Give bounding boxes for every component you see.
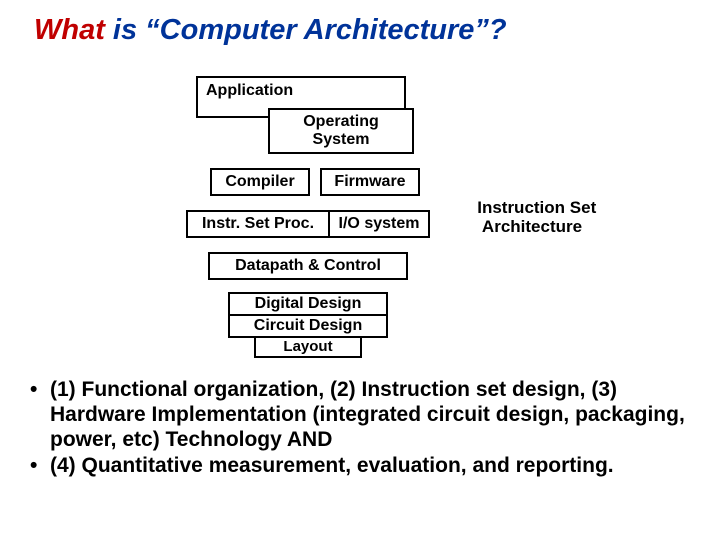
box-isp-label: Instr. Set Proc. (202, 215, 314, 233)
title-word-what: What (34, 14, 105, 46)
box-io-label: I/O system (339, 215, 420, 233)
isa-annotation-text: Instruction Set Architecture (477, 198, 596, 237)
box-digital-label: Digital Design (255, 295, 362, 313)
box-os: Operating System (268, 108, 414, 154)
bullet-item: • (4) Quantitative measurement, evaluati… (30, 454, 690, 479)
box-io: I/O system (330, 210, 430, 238)
box-circuit-label: Circuit Design (254, 317, 362, 335)
box-os-label: Operating System (303, 113, 379, 148)
slide-title: What is “Computer Architecture”? (34, 14, 507, 47)
bullet-text: (4) Quantitative measurement, evaluation… (50, 454, 690, 479)
box-isp: Instr. Set Proc. (186, 210, 330, 238)
box-layout: Layout (254, 336, 362, 358)
box-compiler: Compiler (210, 168, 310, 196)
bullet-list: • (1) Functional organization, (2) Instr… (30, 378, 690, 481)
box-datapath: Datapath & Control (208, 252, 408, 280)
box-firmware: Firmware (320, 168, 420, 196)
box-digital: Digital Design (228, 292, 388, 316)
box-circuit: Circuit Design (228, 314, 388, 338)
bullet-item: • (1) Functional organization, (2) Instr… (30, 378, 690, 452)
box-layout-label: Layout (283, 339, 332, 356)
bullet-dot: • (30, 454, 50, 479)
box-firmware-label: Firmware (334, 173, 405, 191)
layer-diagram: Application Operating System Compiler Fi… (186, 76, 430, 358)
bullet-dot: • (30, 378, 50, 452)
box-datapath-label: Datapath & Control (235, 257, 381, 275)
box-compiler-label: Compiler (225, 173, 294, 191)
isa-annotation: Instruction Set Architecture (462, 178, 602, 237)
bullet-text: (1) Functional organization, (2) Instruc… (50, 378, 690, 452)
title-rest: is “Computer Architecture”? (105, 14, 507, 46)
box-application-label: Application (206, 82, 293, 100)
